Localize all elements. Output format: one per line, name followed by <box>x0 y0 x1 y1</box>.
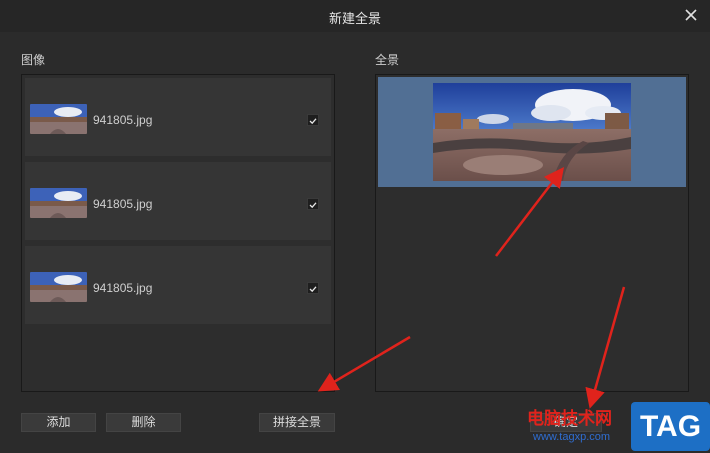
watermark-tag-logo: TAG <box>631 402 710 451</box>
delete-button[interactable]: 删除 <box>106 413 181 432</box>
watermark-site-name: 电脑技术网 <box>527 409 612 428</box>
add-button[interactable]: 添加 <box>21 413 96 432</box>
checkmark-icon <box>309 202 317 209</box>
checkmark-icon <box>309 118 317 125</box>
images-section-label: 图像 <box>21 53 46 67</box>
window-title: 新建全景 <box>328 11 381 26</box>
image-thumbnail <box>30 272 87 302</box>
panorama-result-item[interactable] <box>378 77 686 187</box>
panorama-section-label: 全景 <box>375 53 400 67</box>
title-bar: 新建全景 <box>0 0 710 32</box>
image-thumbnail <box>30 104 87 134</box>
image-filename: 941805.jpg <box>93 113 153 127</box>
panorama-preview-panel[interactable] <box>375 74 689 392</box>
images-list[interactable]: 941805.jpg 941805.jpg 941805.jpg <box>21 74 335 392</box>
watermark: 电脑技术网 www.tagxp.com TAG <box>521 401 710 453</box>
image-checkbox[interactable] <box>307 282 319 294</box>
checkmark-icon <box>309 286 317 293</box>
watermark-url: www.tagxp.com <box>533 431 611 443</box>
image-thumbnail <box>30 188 87 218</box>
image-checkbox[interactable] <box>307 198 319 210</box>
image-list-item[interactable]: 941805.jpg <box>25 78 331 156</box>
image-checkbox[interactable] <box>307 114 319 126</box>
panorama-image <box>433 83 631 181</box>
image-list-item[interactable]: 941805.jpg <box>25 162 331 240</box>
image-list-item[interactable]: 941805.jpg <box>25 246 331 324</box>
stitch-panorama-button[interactable]: 拼接全景 <box>259 413 335 432</box>
image-filename: 941805.jpg <box>93 281 153 295</box>
image-filename: 941805.jpg <box>93 197 153 211</box>
close-icon[interactable] <box>682 6 700 24</box>
